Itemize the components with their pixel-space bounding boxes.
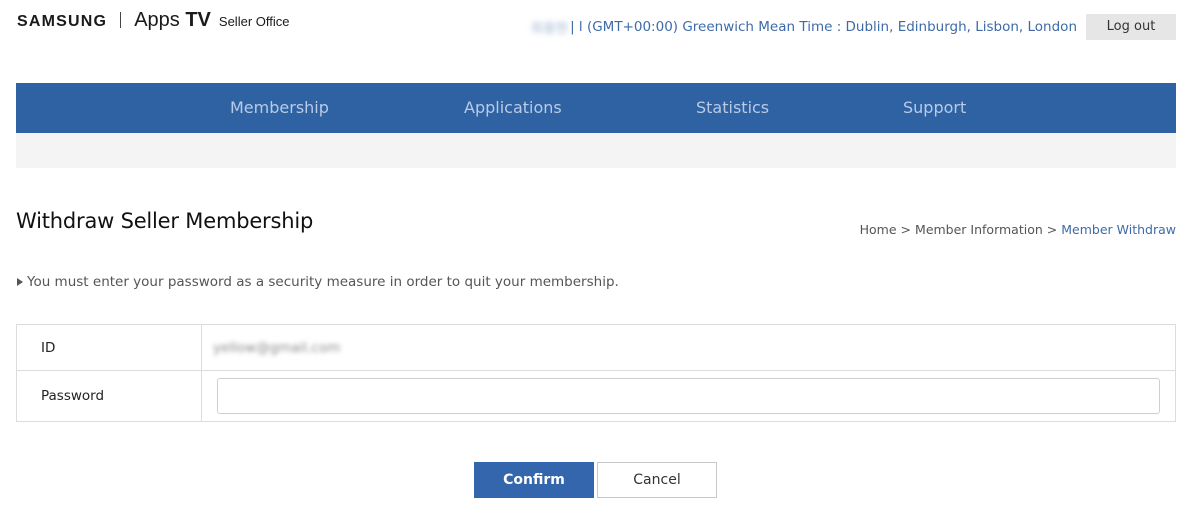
breadcrumb-member-withdraw: Member Withdraw bbox=[1061, 222, 1176, 237]
breadcrumb: Home > Member Information > Member Withdraw bbox=[860, 222, 1176, 237]
logo-divider bbox=[120, 12, 122, 28]
triangle-bullet-icon bbox=[17, 278, 23, 286]
logo-brand: SAMSUNG bbox=[17, 13, 108, 30]
password-cell bbox=[202, 371, 1175, 421]
cancel-button[interactable]: Cancel bbox=[597, 462, 717, 498]
logo-product: Apps TV bbox=[134, 9, 211, 32]
samsung-apps-tv-logo[interactable]: SAMSUNG Apps TV Seller Office bbox=[17, 9, 289, 32]
breadcrumb-home[interactable]: Home bbox=[860, 222, 897, 237]
main-nav: Membership Applications Statistics Suppo… bbox=[16, 83, 1176, 133]
password-label: Password bbox=[17, 371, 202, 421]
logout-button[interactable]: Log out bbox=[1086, 14, 1176, 40]
breadcrumb-separator: > bbox=[1046, 222, 1058, 237]
form-row-id: ID yellow @gmail.com bbox=[17, 325, 1175, 371]
timezone-text: | l (GMT+00:00) Greenwich Mean Time : Du… bbox=[570, 19, 1077, 35]
form-row-password: Password bbox=[17, 371, 1175, 421]
breadcrumb-member-information[interactable]: Member Information bbox=[915, 222, 1043, 237]
logo-product-apps: Apps bbox=[134, 9, 180, 31]
header: SAMSUNG Apps TV Seller Office 최용현 | l (G… bbox=[0, 0, 1185, 60]
id-label: ID bbox=[17, 325, 202, 370]
id-value-local: yellow bbox=[213, 339, 257, 356]
security-notice: You must enter your password as a securi… bbox=[17, 274, 619, 290]
user-info: 최용현 | l (GMT+00:00) Greenwich Mean Time … bbox=[531, 17, 1077, 37]
nav-item-statistics[interactable]: Statistics bbox=[696, 83, 769, 133]
sub-nav-bar bbox=[16, 133, 1176, 168]
password-input[interactable] bbox=[217, 378, 1160, 414]
confirm-button[interactable]: Confirm bbox=[474, 462, 594, 498]
breadcrumb-separator: > bbox=[900, 222, 912, 237]
withdraw-form: ID yellow @gmail.com Password bbox=[16, 324, 1176, 422]
logo-product-tv: TV bbox=[185, 9, 211, 31]
nav-item-applications[interactable]: Applications bbox=[464, 83, 562, 133]
logo-suffix: Seller Office bbox=[218, 14, 290, 29]
security-notice-text: You must enter your password as a securi… bbox=[27, 274, 619, 290]
nav-item-membership[interactable]: Membership bbox=[230, 83, 329, 133]
id-value: yellow @gmail.com bbox=[202, 325, 1175, 370]
id-value-domain: @gmail.com bbox=[256, 339, 341, 356]
nav-item-support[interactable]: Support bbox=[903, 83, 966, 133]
page-title: Withdraw Seller Membership bbox=[16, 209, 314, 233]
user-name[interactable]: 최용현 bbox=[531, 17, 568, 37]
